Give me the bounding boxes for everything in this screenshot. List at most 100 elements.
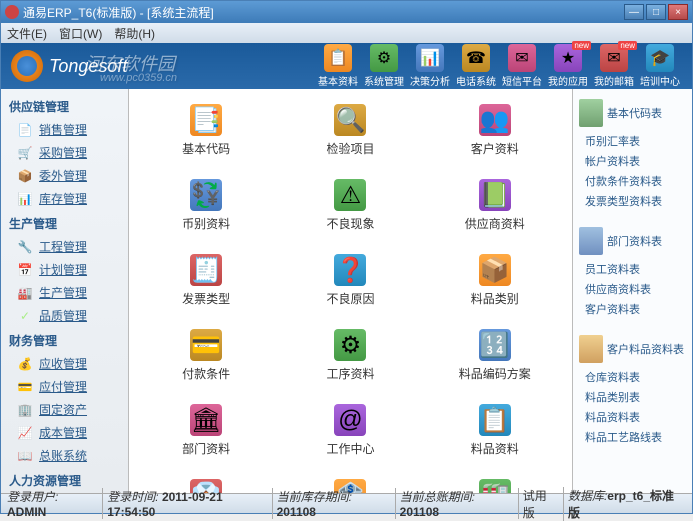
topnav-item[interactable]: ★我的应用 xyxy=(546,44,590,88)
right-item[interactable]: 基本代码表 xyxy=(607,103,662,123)
sidebar-group-header: 供应链管理 xyxy=(1,95,128,118)
app-icon xyxy=(5,5,19,19)
topnav-icon: 📋 xyxy=(324,44,352,72)
sidebar-icon: 🏢 xyxy=(17,402,33,418)
sidebar-icon: 💳 xyxy=(17,379,33,395)
sidebar-label: 采购管理 xyxy=(39,144,87,161)
sidebar-icon: 🏭 xyxy=(17,285,33,301)
right-item[interactable]: 客户资料表 xyxy=(585,299,686,319)
status-acc: 201108 xyxy=(400,505,439,519)
grid-item[interactable]: 💳 付款条件 xyxy=(161,329,251,382)
sidebar-item[interactable]: 💳 应付管理 xyxy=(1,375,128,398)
grid-icon: 📑 xyxy=(190,104,222,136)
sidebar-icon: ✓ xyxy=(17,308,33,324)
right-item[interactable]: 发票类型资料表 xyxy=(585,191,686,211)
logo-icon xyxy=(11,50,43,82)
titlebar[interactable]: 通易ERP_T6(标准版) - [系统主流程] — □ × xyxy=(1,1,692,23)
grid-item[interactable]: 🔢料品编码方案 xyxy=(450,329,540,382)
right-group-icon xyxy=(579,335,603,363)
grid-item[interactable]: 👥客户资料 xyxy=(450,104,540,157)
right-item[interactable]: 部门资料表 xyxy=(607,231,662,251)
right-item[interactable]: 供应商资料表 xyxy=(585,279,686,299)
topnav-item[interactable]: 🎓培训中心 xyxy=(638,44,682,88)
grid-item[interactable]: 📑基本代码 xyxy=(161,104,251,157)
grid-label: 工序资料 xyxy=(326,365,374,382)
grid-item[interactable]: 📗 供应商资料 xyxy=(450,179,540,232)
sidebar-icon: 📖 xyxy=(17,448,33,464)
minimize-button[interactable]: — xyxy=(624,4,644,20)
sidebar-item[interactable]: 🏢 固定资产 xyxy=(1,398,128,421)
sidebar-label: 固定资产 xyxy=(39,401,87,418)
sidebar-label: 应付管理 xyxy=(39,378,87,395)
menu-item[interactable]: 文件(E) xyxy=(7,25,47,42)
sidebar-item[interactable]: 💰 应收管理 xyxy=(1,352,128,375)
grid-item[interactable]: @工作中心 xyxy=(305,404,395,457)
grid-label: 客户资料 xyxy=(471,140,519,157)
topnav-label: 决策分析 xyxy=(410,73,450,88)
sidebar-item[interactable]: 📦委外管理 xyxy=(1,164,128,187)
sidebar-item[interactable]: 🛒采购管理 xyxy=(1,141,128,164)
topnav-label: 我的应用 xyxy=(548,73,588,88)
grid-item[interactable]: 🔍检验项目 xyxy=(305,104,395,157)
sidebar-item[interactable]: 🔧工程管理 xyxy=(1,235,128,258)
grid-label: 不良原因 xyxy=(326,290,374,307)
grid-icon: 📗 xyxy=(479,179,511,211)
grid-icon: 🏛 xyxy=(190,404,222,436)
right-item[interactable]: 帐户资料表 xyxy=(585,151,686,171)
grid-icon: 💳 xyxy=(190,329,222,361)
grid-item[interactable]: ❓ 不良原因 xyxy=(305,254,395,307)
maximize-button[interactable]: □ xyxy=(646,4,666,20)
sidebar-icon: 🔧 xyxy=(17,239,33,255)
app-window: 通易ERP_T6(标准版) - [系统主流程] — □ × 文件(E) 窗口(W)… xyxy=(0,0,693,514)
grid-item[interactable]: 💱币别资料 xyxy=(161,179,251,232)
topnav-label: 电话系统 xyxy=(456,73,496,88)
grid-item[interactable]: 📋料品资料 xyxy=(450,404,540,457)
right-panel: 基本代码表币别汇率表帐户资料表付款条件资料表发票类型资料表部门资料表员工资料表供… xyxy=(572,89,692,493)
right-group-icon xyxy=(579,99,603,127)
sidebar-label: 品质管理 xyxy=(39,307,87,324)
sidebar-item[interactable]: ✓ 品质管理 xyxy=(1,304,128,327)
menu-item[interactable]: 窗口(W) xyxy=(59,25,102,42)
grid-item[interactable]: 🏛 部门资料 xyxy=(161,404,251,457)
grid-item[interactable]: 🧾发票类型 xyxy=(161,254,251,307)
grid-icon: ❓ xyxy=(334,254,366,286)
topnav-item[interactable]: 📊决策分析 xyxy=(408,44,452,88)
topnav-item[interactable]: ✉短信平台 xyxy=(500,44,544,88)
grid-label: 付款条件 xyxy=(182,365,230,382)
grid-item[interactable]: ⚠不良现象 xyxy=(305,179,395,232)
right-item[interactable]: 币别汇率表 xyxy=(585,131,686,151)
right-item[interactable]: 员工资料表 xyxy=(585,259,686,279)
right-item[interactable]: 仓库资料表 xyxy=(585,367,686,387)
grid-label: 供应商资料 xyxy=(465,215,525,232)
topnav-item[interactable]: ⚙系统管理 xyxy=(362,44,406,88)
sidebar-label: 应收管理 xyxy=(39,355,87,372)
topnav-item[interactable]: 📋基本资料 xyxy=(316,44,360,88)
grid-icon: 🔍 xyxy=(334,104,366,136)
topnav-icon: ⚙ xyxy=(370,44,398,72)
sidebar-item[interactable]: 📅计划管理 xyxy=(1,258,128,281)
sidebar-item[interactable]: 📈成本管理 xyxy=(1,421,128,444)
right-item[interactable]: 付款条件资料表 xyxy=(585,171,686,191)
sidebar-label: 销售管理 xyxy=(39,121,87,138)
grid-icon: 📦 xyxy=(479,254,511,286)
status-period: 201108 xyxy=(277,505,316,519)
topnav-item[interactable]: ☎电话系统 xyxy=(454,44,498,88)
topnav-label: 系统管理 xyxy=(364,73,404,88)
menu-item[interactable]: 帮助(H) xyxy=(114,25,155,42)
right-item[interactable]: 料品类别表 xyxy=(585,387,686,407)
sidebar-icon: 💰 xyxy=(17,356,33,372)
grid-item[interactable]: ⚙工序资料 xyxy=(305,329,395,382)
sidebar-item[interactable]: 📊库存管理 xyxy=(1,187,128,210)
close-button[interactable]: × xyxy=(668,4,688,20)
sidebar-item[interactable]: 🏭生产管理 xyxy=(1,281,128,304)
sidebar: 供应链管理📄销售管理🛒采购管理📦委外管理📊库存管理生产管理🔧工程管理📅计划管理🏭… xyxy=(1,89,129,493)
right-item[interactable]: 料品工艺路线表 xyxy=(585,427,686,447)
grid-label: 工作中心 xyxy=(326,440,374,457)
sidebar-item[interactable]: 📄销售管理 xyxy=(1,118,128,141)
right-item[interactable]: 客户料品资料表 xyxy=(607,339,684,359)
grid-item[interactable]: 📦料品类别 xyxy=(450,254,540,307)
topnav-item[interactable]: ✉我的邮箱 xyxy=(592,44,636,88)
right-item[interactable]: 料品资料表 xyxy=(585,407,686,427)
grid-label: 部门资料 xyxy=(182,440,230,457)
sidebar-item[interactable]: 📖总账系统 xyxy=(1,444,128,467)
